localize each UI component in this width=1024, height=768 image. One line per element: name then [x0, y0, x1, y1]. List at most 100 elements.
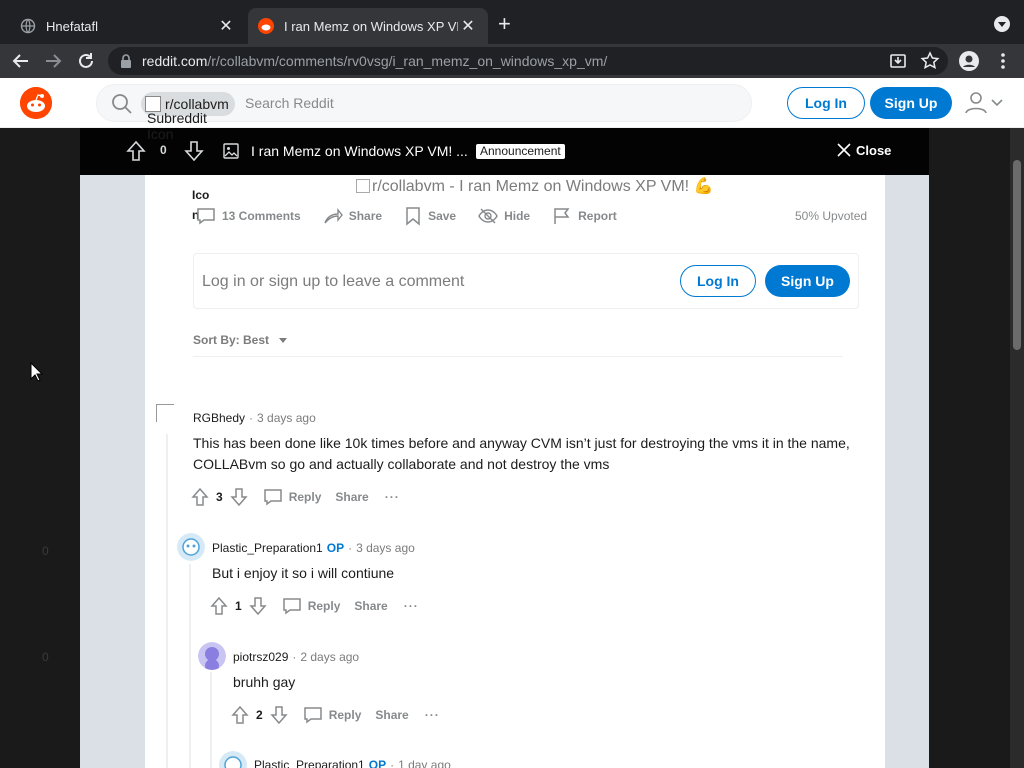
hide-label: Hide	[504, 209, 531, 223]
upvote-icon[interactable]	[209, 596, 229, 616]
thread-line[interactable]	[210, 672, 212, 768]
profile-icon[interactable]	[958, 50, 980, 72]
comment-signup-box: Log in or sign up to leave a comment Log…	[193, 253, 859, 309]
comment-actions: 3 Reply Share ···	[190, 487, 400, 507]
scrollbar-thumb[interactable]	[1013, 160, 1021, 350]
tab-hnefatafl[interactable]: Hnefatafl ✕	[10, 8, 246, 44]
browser-menu-icon[interactable]	[992, 50, 1014, 72]
close-post-button[interactable]: Close	[836, 142, 891, 158]
tab-close-icon[interactable]: ✕	[216, 16, 236, 36]
comment-share-button[interactable]: Share	[335, 490, 368, 504]
comment-body: bruhh gay	[233, 674, 296, 690]
comment-timestamp[interactable]: 1 day ago	[398, 758, 451, 768]
caret-down-icon	[279, 337, 288, 343]
back-icon[interactable]	[10, 50, 32, 72]
comment-login-button[interactable]: Log In	[680, 265, 756, 297]
tab-reddit-post[interactable]: I ran Memz on Windows XP VM! ✕	[248, 8, 488, 44]
search-input[interactable]	[245, 85, 725, 121]
search-icon	[112, 94, 132, 114]
comments-label: 13 Comments	[222, 209, 301, 223]
address-bar[interactable]: reddit.com/r/collabvm/comments/rv0vsg/i_…	[108, 47, 948, 75]
comment-icon	[197, 208, 215, 225]
reddit-favicon-icon	[258, 18, 274, 34]
downvote-icon[interactable]	[269, 705, 289, 725]
reddit-logo-icon[interactable]	[20, 87, 52, 119]
upvote-icon[interactable]	[230, 705, 250, 725]
page-scrollbar[interactable]	[1010, 128, 1024, 768]
broken-image-icon	[356, 179, 370, 193]
user-menu-icon[interactable]	[962, 91, 1006, 115]
comment-share-button[interactable]: Share	[354, 599, 387, 613]
comment-author[interactable]: Plastic_Preparation1	[212, 541, 323, 555]
install-app-icon[interactable]	[887, 50, 909, 72]
reload-icon[interactable]	[75, 50, 97, 72]
comment-header: Plastic_Preparation1 OP · 1 day ago	[254, 758, 451, 768]
save-button[interactable]: Save	[404, 206, 456, 226]
report-button[interactable]: Report	[552, 206, 617, 226]
alt-line: Ico	[192, 188, 210, 202]
comment-score: 3	[216, 490, 223, 504]
downvote-icon[interactable]	[184, 140, 204, 162]
background-vote-count: 0	[42, 544, 49, 558]
comment-header: piotrsz029 · 2 days ago	[233, 650, 359, 664]
hide-icon	[478, 208, 498, 224]
reply-label: Reply	[288, 490, 322, 504]
reply-button[interactable]: Reply	[282, 596, 340, 616]
tab-search-icon[interactable]	[994, 16, 1010, 32]
comment-author[interactable]: Plastic_Preparation1	[254, 758, 365, 768]
more-options-icon[interactable]: ···	[385, 490, 400, 504]
comment-timestamp[interactable]: 2 days ago	[300, 650, 359, 664]
tab-title: Hnefatafl	[46, 18, 99, 34]
upvote-icon[interactable]	[190, 487, 210, 507]
reply-button[interactable]: Reply	[303, 705, 361, 725]
comment-author[interactable]: RGBhedy	[193, 411, 245, 425]
separator-dot: ·	[292, 650, 297, 664]
post-image[interactable]: r/collabvm - I ran Memz on Windows XP VM…	[356, 176, 714, 196]
hide-button[interactable]: Hide	[478, 206, 530, 226]
avatar[interactable]	[198, 642, 226, 670]
comment-actions: 1 Reply Share ···	[209, 596, 419, 616]
lock-icon	[121, 54, 131, 68]
comment-icon	[303, 707, 322, 724]
background-vote-count: 0	[42, 650, 49, 664]
comment-timestamp[interactable]: 3 days ago	[356, 541, 415, 555]
more-options-icon[interactable]: ···	[425, 708, 440, 722]
sort-dropdown[interactable]: Sort By: Best	[193, 333, 288, 347]
comment-author[interactable]: piotrsz029	[233, 650, 288, 664]
post-image-alt-text: r/collabvm - I ran Memz on Windows XP VM…	[372, 178, 714, 195]
downvote-icon[interactable]	[248, 596, 268, 616]
header-signup-button[interactable]: Sign Up	[870, 87, 952, 119]
share-label: Share	[348, 209, 383, 223]
thread-line[interactable]	[166, 434, 168, 768]
forward-icon[interactable]	[42, 50, 64, 72]
op-badge: OP	[326, 541, 345, 555]
avatar[interactable]	[156, 404, 174, 422]
url-path: /r/collabvm/comments/rv0vsg/i_ran_memz_o…	[207, 53, 608, 69]
browser-toolbar: reddit.com/r/collabvm/comments/rv0vsg/i_…	[0, 44, 1024, 78]
downvote-icon[interactable]	[229, 487, 249, 507]
header-login-button[interactable]: Log In	[787, 87, 865, 119]
post-vote-count: 0	[160, 143, 167, 157]
comment-icon	[282, 598, 301, 615]
close-icon	[837, 143, 851, 157]
comments-button[interactable]: 13 Comments	[196, 206, 301, 226]
share-button[interactable]: Share	[323, 206, 382, 226]
bookmark-star-icon[interactable]	[919, 50, 941, 72]
more-options-icon[interactable]: ···	[404, 599, 419, 613]
globe-icon	[20, 18, 36, 34]
tab-close-icon[interactable]: ✕	[458, 16, 478, 36]
comment-signup-button[interactable]: Sign Up	[765, 265, 850, 297]
comment-actions: 2 Reply Share ···	[230, 705, 440, 725]
comment-score: 1	[235, 599, 242, 613]
post-flair: Announcement	[476, 144, 565, 159]
image-post-icon	[223, 143, 239, 159]
comment-timestamp[interactable]: 3 days ago	[257, 411, 316, 425]
upvote-icon[interactable]	[126, 140, 146, 162]
thread-line[interactable]	[189, 564, 191, 768]
new-tab-button[interactable]: +	[498, 13, 511, 35]
report-label: Report	[578, 209, 617, 223]
comment-share-button[interactable]: Share	[375, 708, 408, 722]
url-host: reddit.com	[142, 53, 208, 69]
avatar[interactable]	[177, 533, 205, 561]
reply-button[interactable]: Reply	[263, 487, 322, 507]
